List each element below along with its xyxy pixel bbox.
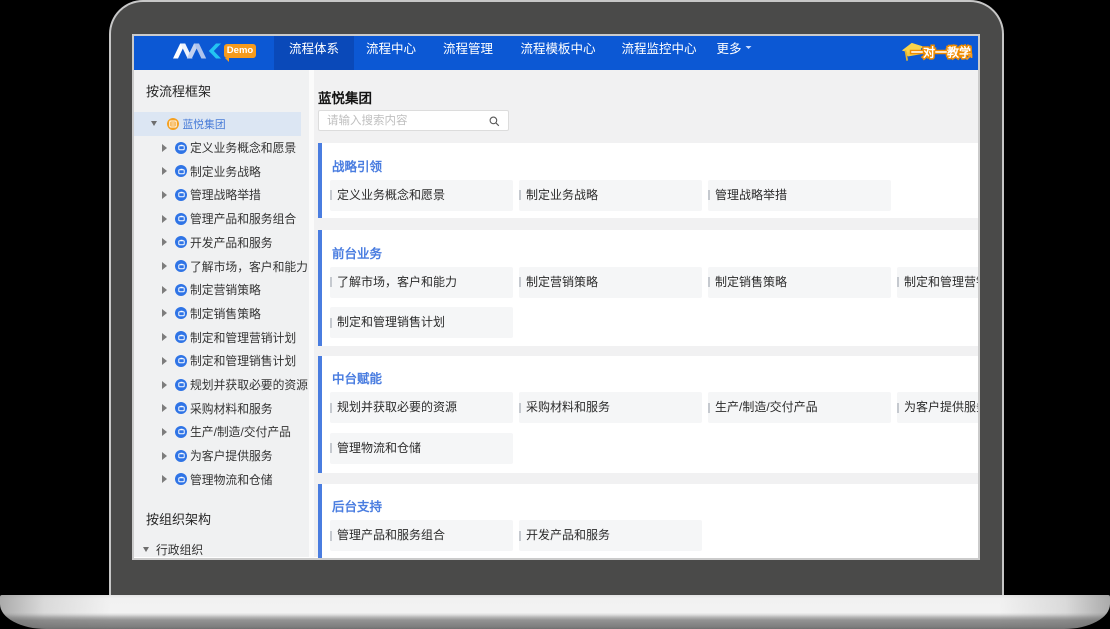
svg-text:一对一教学: 一对一教学 <box>911 45 971 60</box>
